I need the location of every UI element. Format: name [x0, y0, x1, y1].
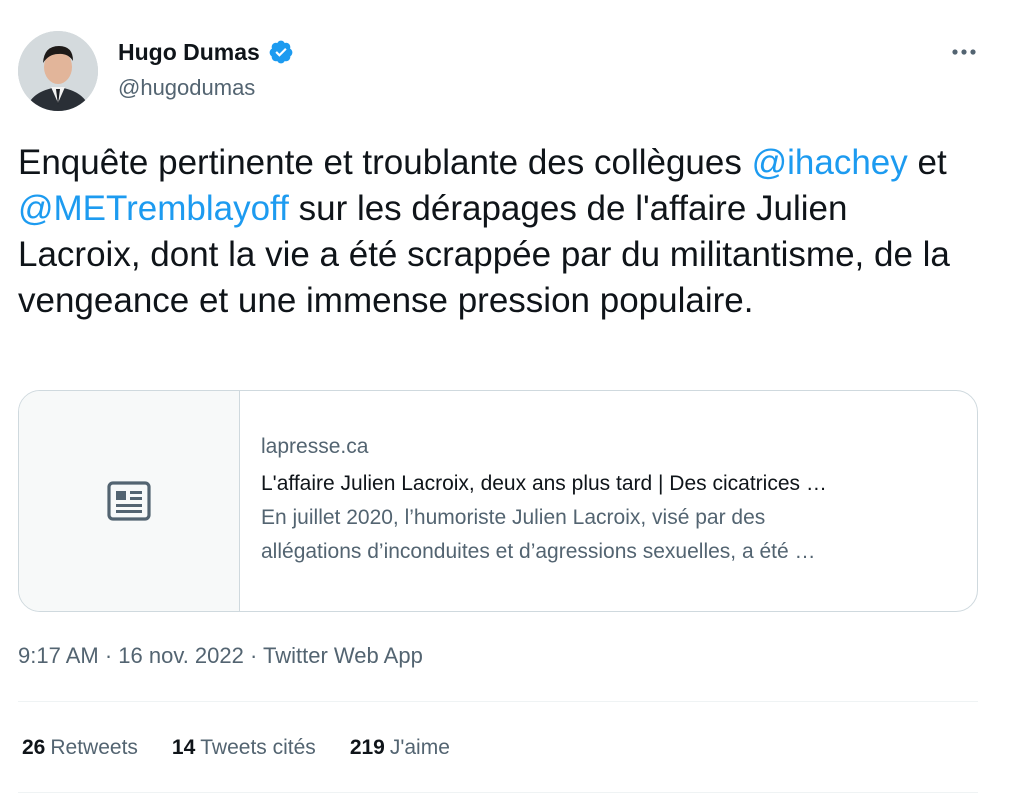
avatar[interactable] — [18, 31, 98, 111]
card-description: En juillet 2020, l’humoriste Julien Lacr… — [261, 501, 951, 569]
verified-badge-icon — [269, 40, 293, 64]
meta-separator: · — [243, 643, 264, 668]
tweet-time[interactable]: 9:17 AM — [18, 643, 99, 668]
likes-label: J'aime — [389, 736, 450, 759]
quotes-label: Tweets cités — [200, 736, 316, 759]
tweet-text: Enquête pertinente et troublante des col… — [18, 140, 978, 324]
card-description-line: En juillet 2020, l’humoriste Julien Lacr… — [261, 506, 766, 529]
tweet-text-part: et — [907, 143, 947, 182]
divider — [18, 792, 978, 793]
tweet-source[interactable]: Twitter Web App — [263, 643, 423, 668]
tweet-meta: 9:17 AM · 16 nov. 2022 · Twitter Web App — [18, 641, 423, 671]
card-title: L'affaire Julien Lacroix, deux ans plus … — [261, 472, 827, 495]
avatar-image — [18, 31, 98, 111]
more-options-button[interactable] — [948, 36, 980, 68]
quote-tweets-stat[interactable]: 14 Tweets cités — [172, 733, 316, 763]
retweets-count: 26 — [22, 736, 46, 759]
mention-link-ihachey[interactable]: @ihachey — [752, 143, 908, 182]
meta-separator: · — [98, 643, 119, 668]
retweets-stat[interactable]: 26 Retweets — [22, 733, 138, 763]
article-icon — [107, 481, 151, 521]
card-domain: lapresse.ca — [261, 435, 369, 458]
quotes-count: 14 — [171, 736, 196, 759]
more-dots-icon — [952, 49, 976, 55]
author-name[interactable]: Hugo Dumas — [118, 38, 260, 66]
divider — [18, 701, 978, 702]
tweet-date[interactable]: 16 nov. 2022 — [118, 643, 244, 668]
mention-link-metremblayoff[interactable]: @METremblayoff — [18, 189, 289, 228]
card-body: lapresse.ca L'affaire Julien Lacroix, de… — [261, 433, 951, 569]
card-description-line: allégations d’inconduites et d’agression… — [261, 540, 816, 563]
retweets-label: Retweets — [50, 736, 138, 759]
likes-stat[interactable]: 219 J'aime — [350, 733, 450, 763]
likes-count: 219 — [349, 736, 385, 759]
author-handle[interactable]: @hugodumas — [118, 74, 255, 102]
link-preview-card[interactable]: lapresse.ca L'affaire Julien Lacroix, de… — [18, 390, 978, 612]
tweet-stats: 26 Retweets 14 Tweets cités 219 J'aime — [22, 733, 450, 763]
card-media — [19, 391, 240, 611]
tweet-text-part: Enquête pertinente et troublante des col… — [18, 143, 752, 182]
author-name-row[interactable]: Hugo Dumas — [118, 38, 294, 66]
